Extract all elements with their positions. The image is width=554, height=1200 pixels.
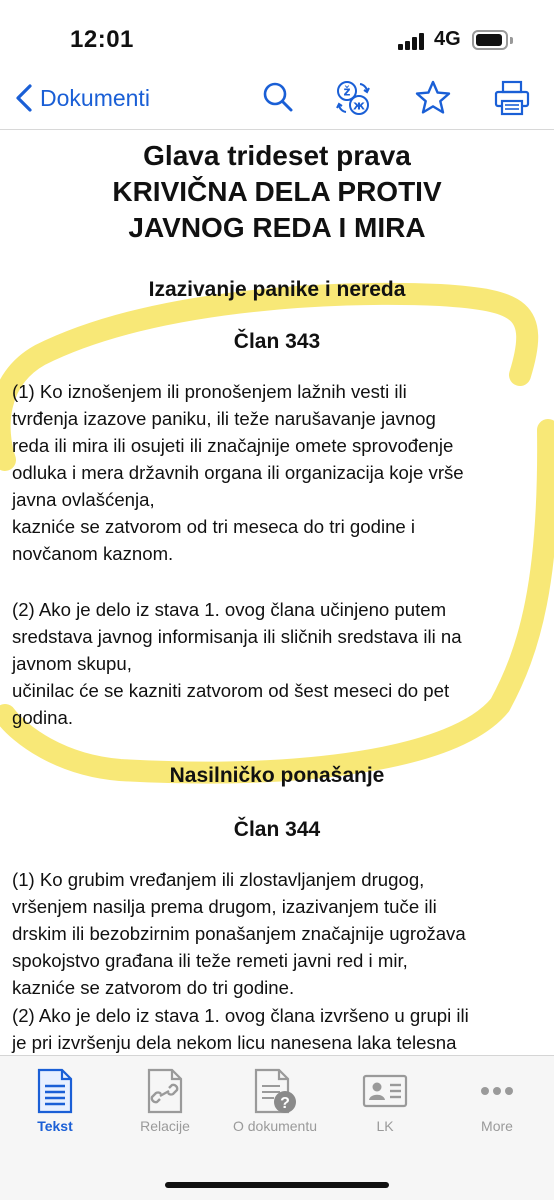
paragraph: (2) Ako je delo iz stava 1. ovog člana u…: [12, 599, 462, 728]
tab-label: LK: [376, 1118, 394, 1134]
battery-tip: [510, 37, 513, 44]
search-icon[interactable]: [258, 78, 298, 118]
chevron-left-icon: [16, 84, 32, 112]
tab-label: Relacije: [140, 1118, 190, 1134]
tab-bar: Tekst Relacije ? O dokumentu LK More: [0, 1055, 554, 1200]
back-button[interactable]: Dokumenti: [12, 78, 150, 118]
print-icon[interactable]: [492, 78, 532, 118]
translate-script-icon[interactable]: ž ж: [333, 78, 373, 118]
tab-relacije[interactable]: Relacije: [120, 1068, 210, 1148]
document-icon: [37, 1068, 73, 1114]
chapter-line: KRIVIČNA DELA PROTIV: [112, 176, 442, 207]
tab-o-dokumentu[interactable]: ? O dokumentu: [230, 1068, 320, 1148]
tab-label: More: [481, 1118, 513, 1134]
svg-text:ж: ж: [353, 99, 365, 113]
star-icon[interactable]: [413, 78, 453, 118]
chapter-line: JAVNOG REDA I MIRA: [128, 212, 426, 243]
article-title: Član 343: [233, 330, 321, 353]
paragraph: (1) Ko iznošenjem ili pronošenjem lažnih…: [12, 381, 464, 564]
back-button-label: Dokumenti: [40, 84, 150, 111]
svg-text:?: ?: [280, 1095, 290, 1112]
tab-lk[interactable]: LK: [340, 1068, 430, 1148]
chapter-heading: Glava trideset prava KRIVIČNA DELA PROTI…: [0, 138, 554, 246]
section-title: Izazivanje panike i nereda: [148, 278, 406, 301]
paragraph: (2) Ako je delo iz stava 1. ovog člana i…: [12, 1005, 469, 1053]
svg-text:ž: ž: [344, 85, 351, 99]
status-time: 12:01: [70, 26, 134, 53]
navigation-bar: Dokumenti ž ж: [0, 66, 554, 130]
tab-more[interactable]: More: [452, 1068, 542, 1148]
paragraph: (1) Ko grubim vređanjem ili zlostavljanj…: [12, 869, 466, 998]
chapter-line: Glava trideset prava: [143, 140, 411, 171]
tab-label: O dokumentu: [232, 1118, 318, 1134]
battery-icon: [472, 30, 508, 50]
more-icon: [481, 1087, 513, 1095]
home-indicator[interactable]: [165, 1182, 389, 1188]
section-title: Nasilničko ponašanje: [169, 764, 385, 787]
document-content[interactable]: Glava trideset prava KRIVIČNA DELA PROTI…: [0, 130, 554, 1055]
link-document-icon: [147, 1068, 183, 1114]
signal-strength-icon: [398, 32, 428, 50]
network-type: 4G: [434, 28, 461, 50]
article-title: Član 344: [233, 818, 321, 841]
tab-label: Tekst: [37, 1118, 73, 1134]
document-info-icon: ?: [254, 1068, 296, 1114]
id-card-icon: [362, 1074, 408, 1108]
status-bar: 12:01 4G: [0, 0, 554, 66]
tab-tekst[interactable]: Tekst: [10, 1068, 100, 1148]
